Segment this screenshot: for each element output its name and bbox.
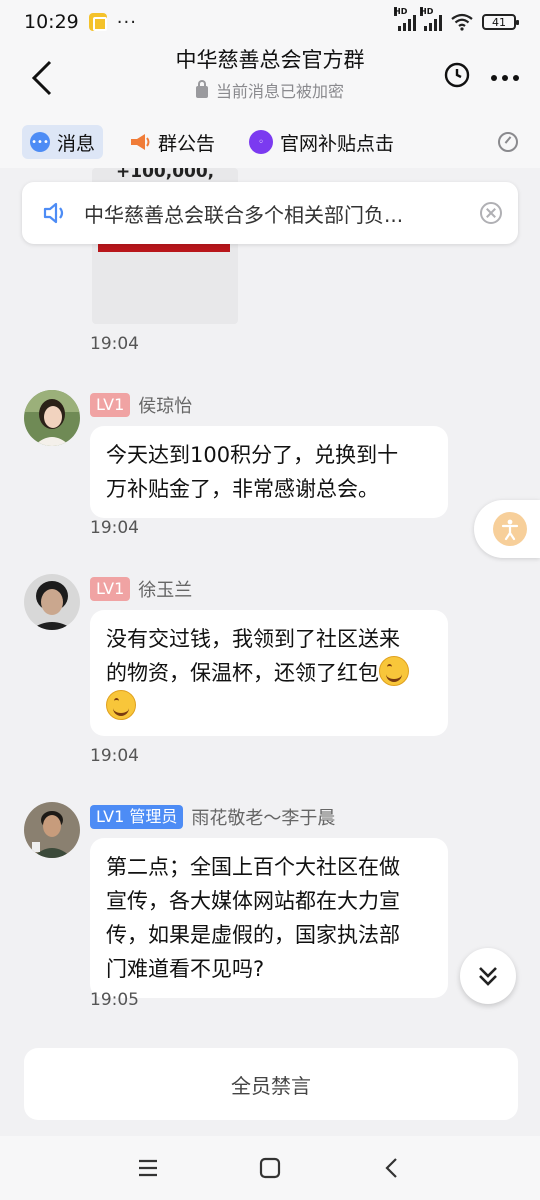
message-time: 19:04 — [90, 334, 139, 354]
chat-bubble-icon: ••• — [30, 132, 50, 152]
compass-icon[interactable] — [498, 132, 518, 152]
mute-all-notice: 全员禁言 — [24, 1048, 518, 1120]
system-navigation-bar — [0, 1136, 540, 1200]
tab-messages[interactable]: ••• 消息 — [22, 125, 104, 159]
tab-announcements[interactable]: 群公告 — [121, 125, 223, 159]
double-chevron-down-icon — [479, 967, 497, 986]
grinning-face-icon — [106, 690, 136, 720]
message-time: 19:04 — [90, 746, 139, 766]
message-time: 19:04 — [90, 518, 139, 538]
message-time: 19:05 — [90, 990, 139, 1010]
accessibility-icon — [493, 512, 527, 546]
accessibility-float-button[interactable] — [474, 500, 540, 558]
menu-icon[interactable] — [135, 1155, 161, 1181]
chat-header: 中华慈善总会官方群 当前消息已被加密 — [0, 44, 540, 116]
purple-avatar-icon: ◦ — [249, 130, 274, 154]
message-list[interactable]: +100,000, 中华慈善总会联合多个相关部门负... 19:04 LV1 侯… — [0, 168, 540, 1036]
sender-name[interactable]: 侯琼怡 — [138, 392, 192, 418]
announcement-text: 中华慈善总会联合多个相关部门负... — [84, 202, 404, 227]
grinning-face-icon — [379, 656, 409, 686]
status-bar: 10:29 ··· HD HD 41 — [0, 0, 540, 44]
status-time: 10:29 — [24, 11, 79, 33]
close-icon[interactable] — [480, 202, 502, 224]
history-clock-icon[interactable] — [444, 62, 470, 88]
notification-icon — [88, 13, 107, 31]
admin-level-badge: LV1 管理员 — [90, 805, 184, 829]
tab-subsidy-link[interactable]: ◦ 官网补贴点击 — [241, 125, 402, 159]
lock-icon — [195, 80, 208, 98]
megaphone-icon — [129, 132, 151, 152]
more-options-icon[interactable] — [490, 74, 520, 82]
avatar[interactable] — [24, 390, 80, 446]
signal-2-icon: HD — [420, 7, 442, 31]
home-icon[interactable] — [257, 1155, 283, 1181]
battery-icon: 41 — [482, 14, 519, 30]
wifi-icon — [451, 13, 473, 31]
scroll-to-bottom-button[interactable] — [460, 948, 516, 1004]
sender-name[interactable]: 雨花敬老～李于晨 — [191, 804, 335, 830]
message-bubble[interactable]: 没有交过钱，我领到了社区送来 的物资，保温杯，还领了红包 — [90, 610, 448, 736]
signal-icon: HD — [394, 7, 416, 31]
level-badge: LV1 — [90, 577, 131, 601]
avatar[interactable] — [24, 802, 80, 858]
announcement-banner[interactable]: 中华慈善总会联合多个相关部门负... — [22, 182, 518, 244]
message-bubble[interactable]: 今天达到100积分了，兑换到十 万补贴金了，非常感谢总会。 — [90, 426, 448, 518]
message-bubble[interactable]: 第二点；全国上百个大社区在做 宣传，各大媒体网站都在大力宣 传，如果是虚假的，国… — [90, 838, 448, 998]
sender-name[interactable]: 徐玉兰 — [138, 576, 192, 602]
avatar[interactable] — [24, 574, 80, 630]
more-notifications-icon: ··· — [116, 11, 137, 33]
group-tabs: ••• 消息 群公告 ◦ 官网补贴点击 — [0, 116, 540, 168]
back-nav-icon[interactable] — [379, 1155, 405, 1181]
card-amount: +100,000, — [116, 168, 215, 182]
level-badge: LV1 — [90, 393, 131, 417]
speaker-icon — [43, 202, 64, 224]
